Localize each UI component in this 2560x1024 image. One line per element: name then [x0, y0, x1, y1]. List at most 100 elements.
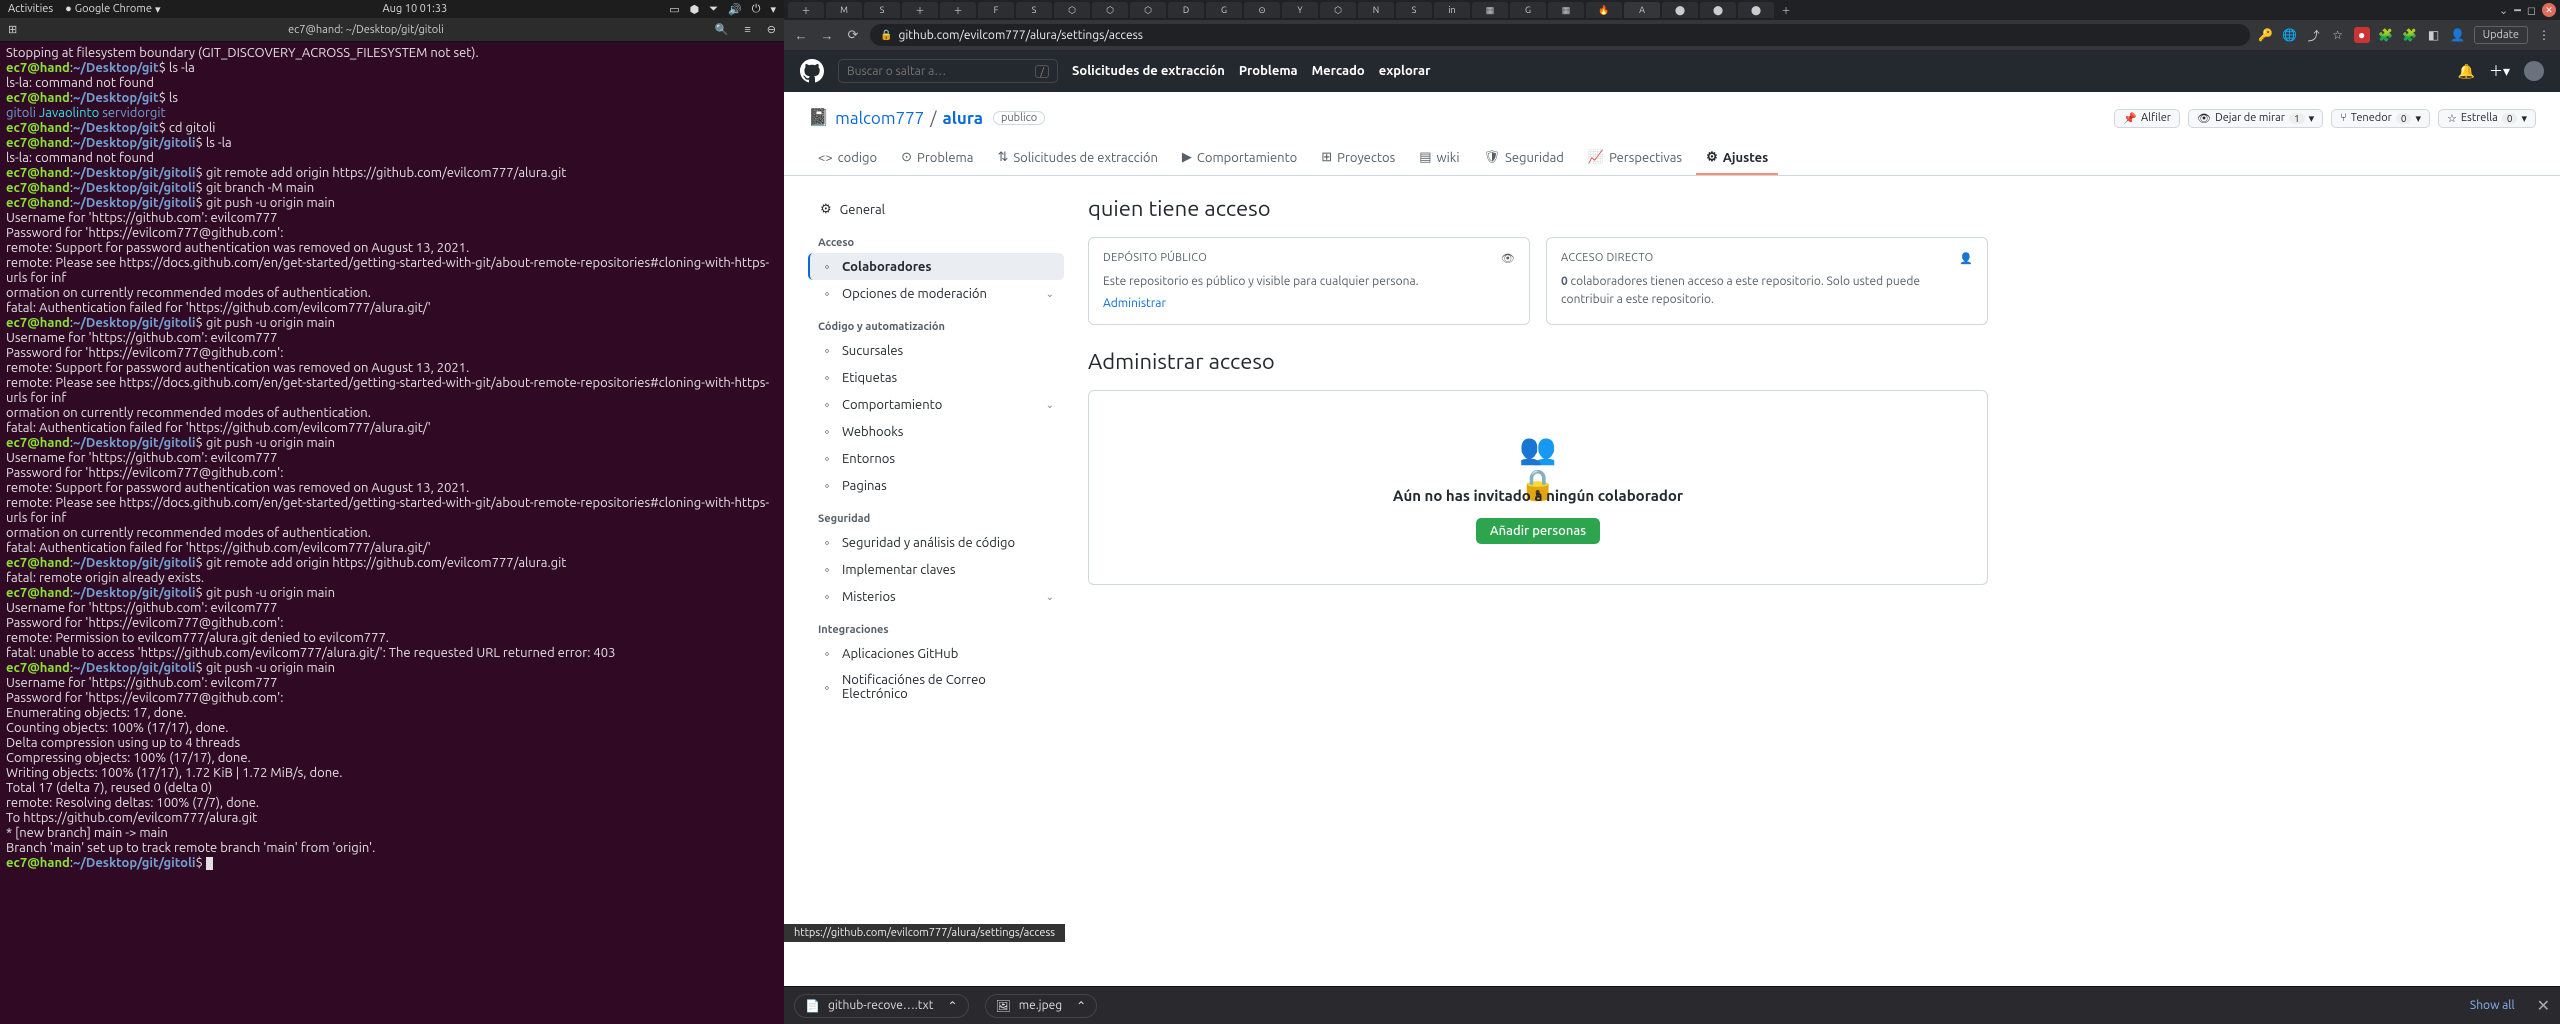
browser-tab[interactable]: ⬡ [1054, 2, 1090, 18]
menu-icon[interactable]: ≡ [736, 24, 758, 36]
browser-tab[interactable]: in [1434, 2, 1470, 18]
sidebar-item[interactable]: ◦Colaboradores [808, 253, 1064, 280]
browser-tab[interactable]: N [1358, 2, 1394, 18]
sidebar-item[interactable]: ◦Sucursales [808, 337, 1064, 364]
github-search[interactable]: / [838, 59, 1058, 83]
repo-tab[interactable]: ▤wiki [1409, 142, 1469, 175]
close-shelf-icon[interactable]: ✕ [2537, 996, 2550, 1015]
sidepanel-icon[interactable]: ◧ [2426, 27, 2442, 43]
repo-tab[interactable]: ▶Comportamiento [1172, 142, 1307, 175]
terminal-content[interactable]: Stopping at filesystem boundary (GIT_DIS… [0, 42, 784, 1024]
show-all-button[interactable]: Show all [2470, 999, 2515, 1012]
repo-owner-link[interactable]: malcom777 [835, 109, 924, 128]
extensions-button[interactable]: 🧩 [2402, 27, 2418, 43]
browser-tab[interactable]: S [1016, 2, 1052, 18]
key-icon[interactable]: 🔑 [2258, 27, 2274, 43]
browser-tab[interactable]: ▦ [1548, 2, 1584, 18]
create-dropdown-icon[interactable]: ＋▾ [2489, 61, 2510, 81]
browser-tab[interactable]: ⬤ [1700, 2, 1736, 18]
repo-tab[interactable]: ⊞Proyectos [1311, 142, 1405, 175]
fork-button[interactable]: ⑂ Tenedor0 ▾ [2331, 109, 2430, 128]
volume-icon[interactable]: 🔊 [728, 3, 742, 16]
repo-tab[interactable]: ⊙Problema [891, 142, 983, 175]
browser-tab[interactable]: ⬡ [1130, 2, 1166, 18]
gh-nav-link[interactable]: Problema [1239, 64, 1298, 78]
user-avatar[interactable] [2524, 61, 2544, 81]
dropdown-icon[interactable]: ▾ [770, 3, 776, 16]
window-maximize[interactable]: ◻ [2527, 4, 2536, 17]
browser-tab[interactable]: ⬡ [1092, 2, 1128, 18]
star-button[interactable]: ☆ Estrella0 ▾ [2438, 109, 2536, 128]
translate-icon[interactable]: 🌐 [2282, 27, 2298, 43]
extension-icon[interactable]: ● [2354, 27, 2370, 43]
sidebar-item[interactable]: ◦Misterios⌄ [808, 583, 1064, 610]
back-button[interactable]: ← [792, 28, 810, 43]
address-bar[interactable]: 🔒 github.com/evilcom777/alura/settings/a… [870, 24, 2250, 46]
browser-tab[interactable]: ＋ [902, 2, 938, 18]
browser-tab[interactable]: ⬤ [1738, 2, 1774, 18]
browser-tab[interactable]: Y [1282, 2, 1318, 18]
repo-tab[interactable]: ⇅Solicitudes de extracción [987, 142, 1167, 175]
close-icon[interactable]: ⊖ [759, 23, 784, 36]
repo-name-link[interactable]: alura [943, 109, 983, 128]
gnome-tray[interactable]: ▭ ⬢ ⏷ 🔊 ⏻ ▾ [669, 3, 776, 16]
sidebar-item[interactable]: ◦Aplicaciones GitHub [808, 640, 1064, 667]
repo-tab[interactable]: <>codigo [808, 142, 887, 175]
new-tab-button[interactable]: ＋ [1776, 2, 1796, 18]
extension-icon[interactable]: 🧩 [2378, 27, 2394, 43]
browser-tab[interactable]: M [826, 2, 862, 18]
browser-tab[interactable]: G [1206, 2, 1242, 18]
sidebar-item[interactable]: ◦Seguridad y análisis de código [808, 529, 1064, 556]
bookmark-icon[interactable]: ☆ [2330, 27, 2346, 43]
browser-tab[interactable]: ＋ [788, 2, 824, 18]
browser-tab[interactable]: A [1624, 2, 1660, 18]
search-icon[interactable]: 🔍 [707, 23, 737, 36]
pin-button[interactable]: 📌 Alfiler [2114, 109, 2180, 128]
lock-icon[interactable]: 🔒 [880, 29, 892, 41]
gh-nav-link[interactable]: Mercado [1312, 64, 1365, 78]
browser-tab[interactable]: S [864, 2, 900, 18]
browser-tab[interactable]: 🔥 [1586, 2, 1622, 18]
gnome-clock[interactable]: Aug 10 01:33 [160, 3, 669, 15]
watch-button[interactable]: 👁 Dejar de mirar1 ▾ [2188, 109, 2323, 128]
browser-tab[interactable]: ▦ [1472, 2, 1508, 18]
browser-tab[interactable]: ⬡ [1320, 2, 1356, 18]
github-logo-icon[interactable] [800, 59, 824, 83]
download-item[interactable]: 🖼me.jpeg⌃ [985, 994, 1098, 1018]
browser-tab[interactable]: D [1168, 2, 1204, 18]
add-people-button[interactable]: Añadir personas [1476, 518, 1600, 544]
sidebar-item[interactable]: ◦Implementar claves [808, 556, 1064, 583]
tray-icon[interactable]: ⬢ [690, 3, 700, 16]
forward-button[interactable]: → [818, 28, 836, 43]
activities-button[interactable]: Activities [8, 3, 53, 15]
manage-link[interactable]: Administrar [1103, 297, 1166, 310]
chrome-menu-icon[interactable]: ⋮ [2536, 27, 2552, 43]
profile-avatar[interactable]: 👤 [2450, 27, 2466, 43]
notifications-icon[interactable]: 🔔 [2458, 63, 2475, 80]
sidebar-item[interactable]: ◦Paginas [808, 472, 1064, 499]
browser-tab[interactable]: ⊙ [1244, 2, 1280, 18]
power-icon[interactable]: ⏻ [752, 3, 761, 16]
tab-dropdown-icon[interactable]: ⌄ [2499, 4, 2508, 17]
gh-nav-link[interactable]: explorar [1379, 64, 1431, 78]
sidebar-item[interactable]: ◦Notificaciónes de Correo Electrónico [808, 667, 1064, 707]
window-close[interactable]: ✕ [2542, 3, 2556, 17]
download-item[interactable]: 📄github-recove….txt⌃ [794, 994, 969, 1018]
update-button[interactable]: Update [2474, 26, 2528, 44]
sidebar-item[interactable]: ◦Entornos [808, 445, 1064, 472]
sidebar-item[interactable]: ◦Opciones de moderación⌄ [808, 280, 1064, 307]
reload-button[interactable]: ⟳ [844, 28, 862, 43]
sidebar-item[interactable]: ◦Etiquetas [808, 364, 1064, 391]
window-minimize[interactable]: ━ [2514, 4, 2521, 17]
github-search-input[interactable] [847, 65, 1035, 78]
sidebar-item[interactable]: ◦Comportamiento⌄ [808, 391, 1064, 418]
sidebar-item-general[interactable]: ⚙ General [808, 196, 1064, 223]
active-app[interactable]: ● Google Chrome ▾ [65, 3, 160, 16]
network-icon[interactable]: ⏷ [709, 3, 718, 16]
browser-tab[interactable]: G [1510, 2, 1546, 18]
repo-tab[interactable]: 📈Perspectivas [1578, 142, 1692, 175]
browser-tab[interactable]: F [978, 2, 1014, 18]
new-tab-button[interactable]: ⊞ [0, 23, 25, 36]
repo-tab[interactable]: ⚙Ajustes [1696, 142, 1778, 175]
repo-tab[interactable]: 🛡Seguridad [1474, 142, 1574, 175]
